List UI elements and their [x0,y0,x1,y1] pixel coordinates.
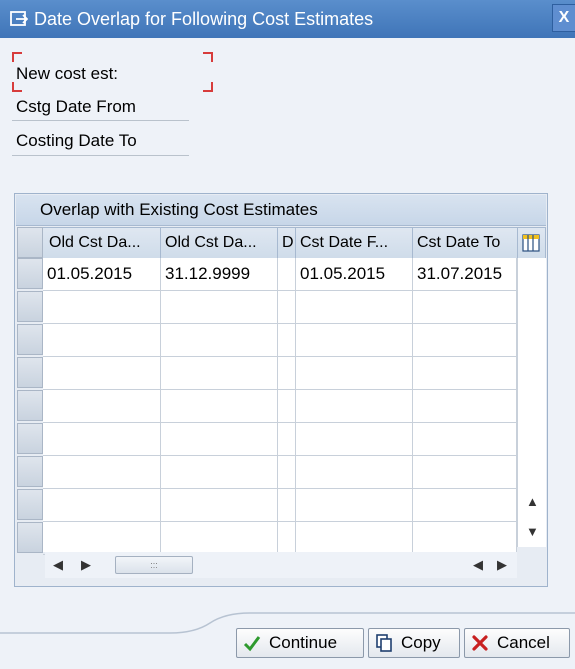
grid-col-line [277,258,278,552]
row-selector-8[interactable] [17,489,43,520]
row-selector-4[interactable] [17,357,43,388]
row-selector-7[interactable] [17,456,43,487]
table-cell[interactable] [278,258,296,291]
close-icon: X [558,9,570,26]
cstg-date-from-underline [12,120,189,121]
select-all-cell[interactable] [17,227,43,258]
column-settings-icon[interactable] [522,234,540,252]
table-cell[interactable]: 31.07.2015 [413,258,517,291]
grid-col-line [295,258,296,552]
grid-row-line [43,389,517,390]
table-title: Overlap with Existing Cost Estimates [40,200,318,219]
scroll-up-icon[interactable]: ▲ [526,494,539,509]
grid-col-line [160,258,161,552]
window-icon [10,11,28,26]
focus-corner-tl [12,52,22,62]
focus-corner-tr [203,52,213,62]
row-selector-6[interactable] [17,423,43,454]
costing-date-to-label: Costing Date To [16,131,137,150]
scroll-left-icon-right[interactable]: ◀ [473,557,483,573]
scroll-right-icon-right[interactable]: ▶ [497,557,507,573]
column-header-3[interactable]: D [278,227,296,259]
row-selector-9[interactable] [17,522,43,553]
horizontal-scroll-thumb[interactable]: ::: [115,556,193,574]
column-header-4[interactable]: Cst Date F... [296,227,413,259]
scroll-left-icon[interactable]: ◀ [53,557,63,573]
copy-icon [376,634,392,652]
column-header-5[interactable]: Cst Date To [413,227,518,259]
date-overlap-dialog: Date Overlap for Following Cost Estimate… [0,0,575,669]
column-header-2[interactable]: Old Cst Da... [161,227,278,259]
cancel-button[interactable]: Cancel [464,628,570,658]
cancel-x-icon [472,635,488,651]
grid-row-line [43,455,517,456]
cstg-date-from-label: Cstg Date From [16,97,136,116]
dialog-title: Date Overlap for Following Cost Estimate… [34,9,374,29]
table-cell[interactable]: 01.05.2015 [43,258,161,291]
costing-date-to-underline [12,155,189,156]
grid-col-line [412,258,413,552]
row-selector-5[interactable] [17,390,43,421]
scroll-right-icon[interactable]: ▶ [81,557,91,573]
overlap-table-panel: Overlap with Existing Cost Estimates Old… [14,193,548,587]
vertical-scrollbar[interactable]: ▲ ▼ [517,258,546,547]
scroll-down-icon[interactable]: ▼ [526,524,539,539]
row-selector-1[interactable] [17,258,43,289]
grid-row-line [43,422,517,423]
column-header-1[interactable]: Old Cst Da... [43,227,161,259]
grid-row-line [43,488,517,489]
table-cell[interactable]: 01.05.2015 [296,258,413,291]
grid-row-line [43,356,517,357]
continue-button[interactable]: Continue [236,628,364,658]
horizontal-scrollbar[interactable]: ◀ ▶ ::: ◀ ▶ [45,552,517,578]
table-cell[interactable]: 31.12.9999 [161,258,278,291]
new-cost-est-label: New cost est: [16,64,119,83]
table-panel-header: Overlap with Existing Cost Estimates [16,195,546,226]
grid-row-line [43,521,517,522]
title-bar[interactable]: Date Overlap for Following Cost Estimate… [0,0,575,38]
copy-button[interactable]: Copy [368,628,460,658]
row-selector-2[interactable] [17,291,43,322]
grid-row-line [43,323,517,324]
close-button[interactable]: X [552,4,575,32]
column-settings-header[interactable] [518,227,546,259]
row-selector-3[interactable] [17,324,43,355]
grid-body [43,258,517,555]
checkmark-icon [243,636,261,652]
focus-corner-br [203,82,213,92]
